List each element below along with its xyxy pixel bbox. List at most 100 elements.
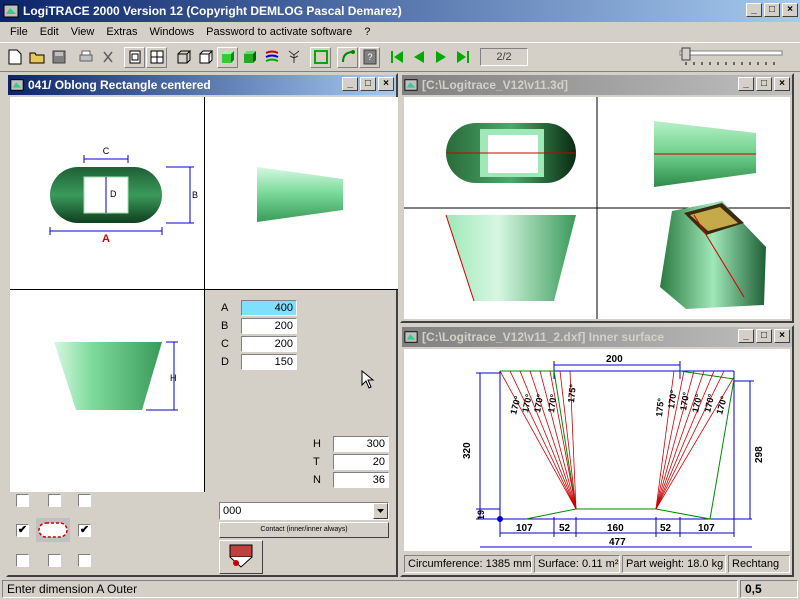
front-view-drawing: H <box>54 341 178 411</box>
prev-page-icon[interactable] <box>408 47 429 68</box>
dim-b2-label: 52 <box>559 523 571 534</box>
dim-b5-label: 107 <box>698 523 715 534</box>
view3d-window: [C:\Logitrace_V12\v11.3d] _ □ × <box>400 73 794 323</box>
page-indicator: 2/2 <box>480 48 528 66</box>
unfold-drawing: 200 320 298 19 107 52 160 52 107 477 170… <box>462 354 765 548</box>
color-render-icon[interactable] <box>261 47 282 68</box>
chevron-down-icon[interactable] <box>373 503 388 519</box>
menu-help[interactable]: ? <box>358 26 376 38</box>
angle-left-4: 170° <box>546 393 559 413</box>
wireframe-box-icon[interactable] <box>173 47 194 68</box>
curve-tool-icon[interactable] <box>337 46 358 68</box>
view3d-title: [C:\Logitrace_V12\v11.3d] <box>422 78 569 92</box>
menu-windows[interactable]: Windows <box>144 26 201 38</box>
menu-file[interactable]: File <box>4 26 34 38</box>
param-h-input[interactable]: 300 <box>333 436 389 452</box>
weight-readout: Part weight: 18.0 kg <box>622 555 726 573</box>
first-page-icon[interactable] <box>386 47 407 68</box>
dim-total-label: 477 <box>609 537 626 548</box>
dim-a-label: A <box>102 233 110 245</box>
frame-icon[interactable] <box>310 46 331 68</box>
front-view-pane[interactable]: H <box>10 290 204 492</box>
calc-tool-icon[interactable]: ? <box>359 46 380 68</box>
close-button[interactable]: × <box>774 329 790 343</box>
cut-icon[interactable] <box>97 47 118 68</box>
param-c-label: C <box>221 338 229 350</box>
checkbox-top-right[interactable] <box>78 494 91 507</box>
menu-password[interactable]: Password to activate software <box>200 26 358 38</box>
checkbox-bottom-right[interactable] <box>78 554 91 567</box>
shaded-box-icon[interactable] <box>217 46 238 68</box>
checkbox-bottom-left[interactable] <box>16 554 29 567</box>
param-c-input[interactable]: 200 <box>241 336 297 352</box>
maximize-button[interactable]: □ <box>756 77 772 91</box>
maximize-button[interactable]: □ <box>756 329 772 343</box>
menu-extras[interactable]: Extras <box>100 26 143 38</box>
toolbar: ? 2/2 <box>0 42 800 72</box>
param-t-label: T <box>313 456 320 468</box>
param-b-input[interactable]: 200 <box>241 318 297 334</box>
oblong-shape-preview <box>36 518 70 542</box>
quad-view-icon[interactable] <box>146 46 167 68</box>
next-page-icon[interactable] <box>430 47 451 68</box>
dxf-title: [C:\Logitrace_V12\v11_2.dxf] Inner surfa… <box>422 330 665 344</box>
status-value: 0,5 <box>740 580 798 598</box>
param-h-label: H <box>313 438 321 450</box>
unfold-canvas[interactable]: 200 320 298 19 107 52 160 52 107 477 170… <box>404 349 790 551</box>
checkbox-mid-left[interactable]: ✔ <box>16 524 29 537</box>
zoom-slider[interactable] <box>678 47 786 67</box>
side-view-pane[interactable] <box>205 97 398 289</box>
checkbox-top-left[interactable] <box>16 494 29 507</box>
checkbox-mid-right[interactable]: ✔ <box>78 524 91 537</box>
dim-b4-label: 52 <box>660 523 672 534</box>
unfold-info-bar: Circumference: 1385 mm Surface: 0.11 m² … <box>404 555 790 573</box>
minimize-button[interactable]: _ <box>738 77 754 91</box>
param-d-input[interactable]: 150 <box>241 354 297 370</box>
param-a-input[interactable]: 400 <box>241 300 297 316</box>
last-page-icon[interactable] <box>452 47 473 68</box>
maximize-button[interactable]: □ <box>764 3 780 17</box>
calculate-button[interactable] <box>219 540 263 574</box>
status-message: Enter dimension A Outer <box>2 580 738 598</box>
print-icon[interactable] <box>75 47 96 68</box>
circumference-readout: Circumference: 1385 mm <box>404 555 532 573</box>
single-view-icon[interactable] <box>124 46 145 68</box>
maximize-button[interactable]: □ <box>360 77 376 91</box>
shape-readout: Rechtang <box>728 555 790 573</box>
checkbox-bottom-center[interactable] <box>48 554 61 567</box>
contact-button[interactable]: Contact (inner/inner always) <box>219 522 389 538</box>
param-n-input[interactable]: 36 <box>333 472 389 488</box>
svg-text:?: ? <box>367 52 372 62</box>
open-folder-icon[interactable] <box>26 47 47 68</box>
dim-right-height-label: 298 <box>754 446 765 463</box>
close-button[interactable]: × <box>378 77 394 91</box>
dxf-titlebar: [C:\Logitrace_V12\v11_2.dxf] Inner surfa… <box>402 327 792 347</box>
angle-right-3: 170° <box>678 391 691 411</box>
solid-box-icon[interactable] <box>239 47 260 68</box>
orientation-combo[interactable]: 000 <box>219 502 389 520</box>
new-file-icon[interactable] <box>4 47 25 68</box>
menu-view[interactable]: View <box>65 26 101 38</box>
minimize-button[interactable]: _ <box>738 329 754 343</box>
menu-edit[interactable]: Edit <box>34 26 65 38</box>
app-title: LogiTRACE 2000 Version 12 (Copyright DEM… <box>23 4 402 18</box>
close-button[interactable]: × <box>774 77 790 91</box>
shape-editor-title: 041/ Oblong Rectangle centered <box>28 78 211 92</box>
minimize-button[interactable]: _ <box>342 77 358 91</box>
param-t-input[interactable]: 20 <box>333 454 389 470</box>
hidden-line-box-icon[interactable] <box>195 47 216 68</box>
pattern-selector: ✔ ✔ <box>10 492 204 575</box>
oblong-top-drawing: C D B A <box>49 146 198 245</box>
window-icon <box>404 331 418 343</box>
view3d-drawing <box>404 97 790 319</box>
checkbox-top-center[interactable] <box>48 494 61 507</box>
minimize-button[interactable]: _ <box>746 3 762 17</box>
dim-b-label: B <box>192 190 198 200</box>
save-icon[interactable] <box>48 47 69 68</box>
angle-left-5: 175° <box>566 383 578 403</box>
close-button[interactable]: × <box>782 3 798 17</box>
view3d-canvas[interactable] <box>404 97 790 319</box>
dim-offset-label: 19 <box>476 510 486 520</box>
unfold-tree-icon[interactable] <box>283 47 304 68</box>
top-view-pane[interactable]: C D B A <box>10 97 204 289</box>
